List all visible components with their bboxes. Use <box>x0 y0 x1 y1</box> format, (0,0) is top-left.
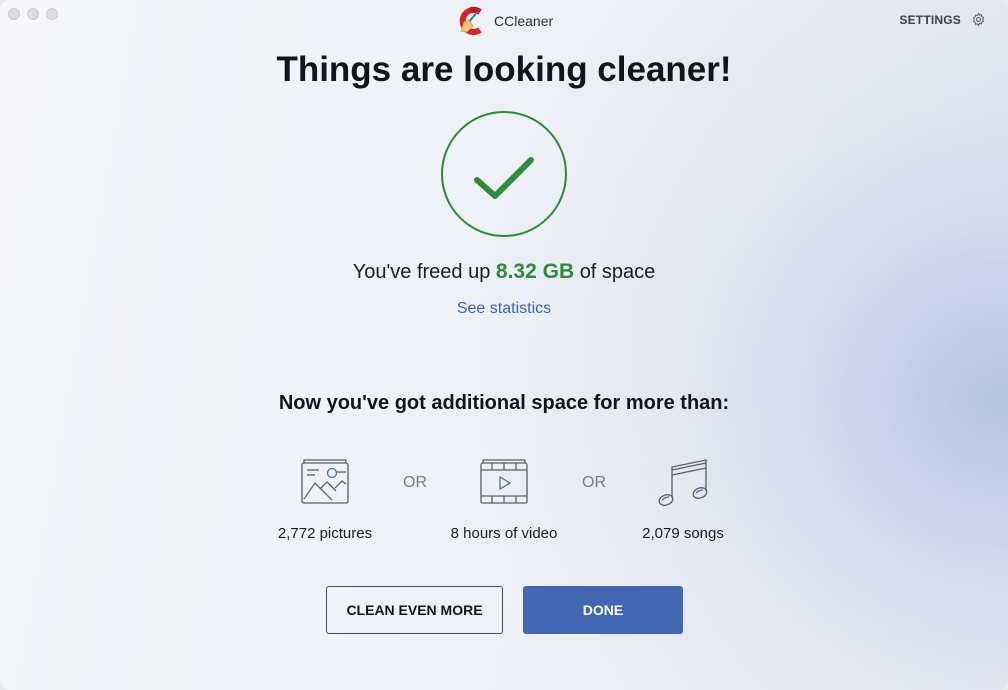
songs-count: 2,079 songs <box>642 525 724 542</box>
settings-label: SETTINGS <box>899 12 961 27</box>
see-statistics-link[interactable]: See statistics <box>457 300 551 317</box>
gear-icon <box>972 12 985 27</box>
ccleaner-logo-icon <box>459 6 482 35</box>
or-separator: OR <box>582 474 606 491</box>
pictures-count: 2,772 pictures <box>277 525 373 542</box>
minimize-window-button[interactable] <box>27 8 39 20</box>
freed-prefix: You've freed up <box>352 261 491 283</box>
video-hours: 8 hours of video <box>450 525 558 542</box>
freed-suffix: of space <box>579 261 656 283</box>
clean-even-more-button[interactable]: CLEAN EVEN MORE <box>326 586 503 634</box>
equivalents-heading: Now you've got additional space for more… <box>278 392 730 414</box>
close-window-button[interactable] <box>8 8 20 20</box>
equivalent-pictures: 2,772 pictures <box>255 455 395 542</box>
or-separator: OR <box>403 474 427 491</box>
music-note-icon <box>658 459 708 506</box>
image-icon <box>301 459 349 504</box>
window-controls <box>8 8 58 20</box>
page-title: Things are looking cleaner! <box>276 50 732 89</box>
freed-space-message: You've freed up 8.32 GB of space <box>0 260 1008 284</box>
ccleaner-window: CCleaner SETTINGS Things are looking cle… <box>0 0 1008 690</box>
video-icon <box>480 459 528 504</box>
freed-amount: 8.32 GB <box>495 260 575 283</box>
done-button[interactable]: DONE <box>523 586 683 634</box>
settings-button[interactable]: SETTINGS <box>899 12 986 27</box>
success-check-icon <box>441 111 567 237</box>
app-name: CCleaner <box>494 13 554 29</box>
equivalent-video: 8 hours of video <box>434 455 574 542</box>
equivalent-songs: 2,079 songs <box>613 455 753 542</box>
zoom-window-button[interactable] <box>46 8 58 20</box>
app-title: CCleaner <box>456 6 553 36</box>
